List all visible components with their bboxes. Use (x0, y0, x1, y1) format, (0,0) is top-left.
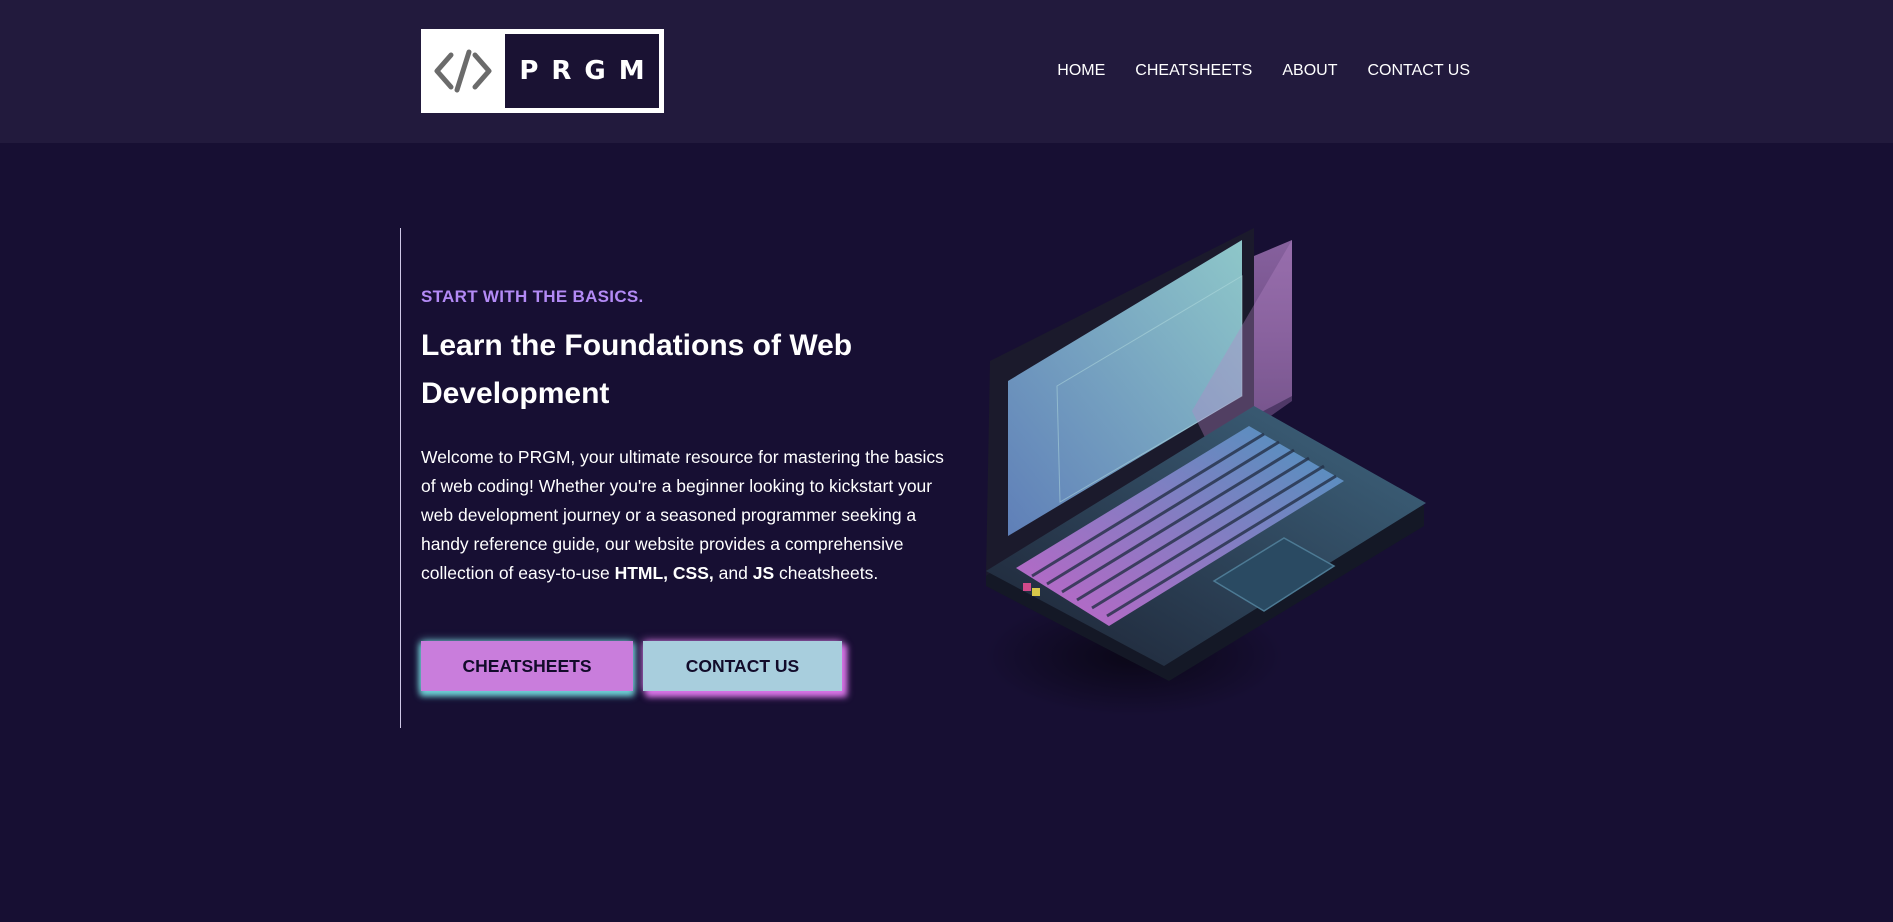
logo-wordmark-box: PRGM (505, 34, 659, 108)
cheatsheets-button[interactable]: CHEATSHEETS (421, 641, 633, 691)
hero-description-css: CSS, (672, 563, 714, 583)
hero-divider (400, 228, 401, 728)
hero-description: Welcome to PRGM, your ultimate resource … (421, 443, 961, 588)
site-logo[interactable]: PRGM (421, 29, 664, 113)
hero-description-js: JS (752, 563, 775, 583)
status-light (1032, 588, 1040, 596)
nav-cheatsheets[interactable]: CHEATSHEETS (1135, 59, 1252, 83)
hero-description-outro: cheatsheets. (774, 563, 879, 583)
hero-description-html: HTML, (614, 563, 669, 583)
main-nav: HOME CHEATSHEETS ABOUT CONTACT US (1057, 59, 1470, 83)
status-light-2 (1023, 583, 1031, 591)
code-brackets-icon (421, 29, 505, 113)
hero-title: Learn the Foundations of Web Development (421, 329, 853, 410)
hero-eyebrow: START WITH THE BASICS. (421, 287, 644, 306)
contact-us-button[interactable]: CONTACT US (643, 641, 842, 691)
nav-home[interactable]: HOME (1057, 59, 1105, 83)
hero-description-and: and (713, 563, 753, 583)
site-header: PRGM HOME CHEATSHEETS ABOUT CONTACT US (0, 0, 1893, 143)
nav-contact-us[interactable]: CONTACT US (1367, 59, 1470, 83)
laptop-illustration (964, 226, 1470, 728)
logo-wordmark: PRGM (519, 56, 658, 86)
nav-about[interactable]: ABOUT (1282, 59, 1337, 83)
